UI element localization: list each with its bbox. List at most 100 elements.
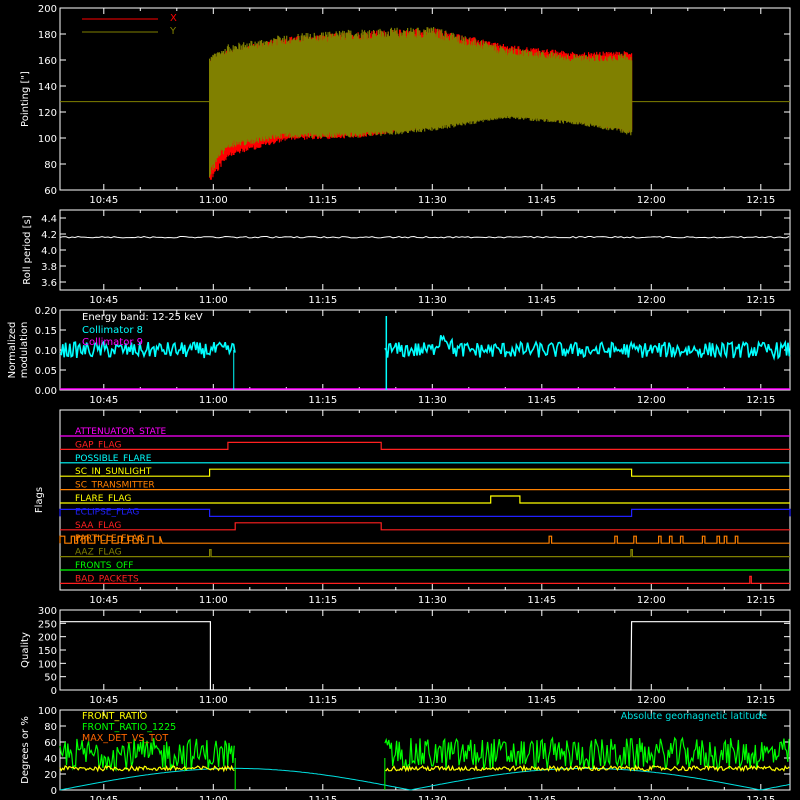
modulation-legend-0: Collimator 8 [82,325,143,336]
flag-label-fronts_off: FRONTS_OFF [75,561,133,571]
flags-xtick-label: 11:00 [199,595,228,606]
flag-label-particle_flag: PARTICLE_FLAG [75,534,145,544]
quality-ytick-label: 0 [51,686,57,697]
pointing-xtick-label: 10:45 [89,195,118,206]
flag-label-aaz_flag: AAZ_FLAG [75,548,122,558]
quality-xtick-label: 11:30 [418,695,447,706]
modulation-xtick-label: 11:45 [527,395,556,406]
pointing-xtick-label: 11:00 [199,195,228,206]
flags-xtick-label: 12:15 [746,595,775,606]
ratios-ytick-label: 40 [44,754,57,765]
roll-xtick-label: 12:00 [637,295,666,306]
roll-ytick-label: 4.0 [41,246,57,257]
quality-xtick-label: 11:00 [199,695,228,706]
ratios-xtick-label: 11:30 [418,795,447,800]
modulation-ytick-label: 0.00 [35,386,57,397]
pointing-ytick-label: 100 [38,134,57,145]
quality-ytick-label: 50 [44,673,57,684]
pointing-ytick-label: 160 [38,56,57,67]
roll-xtick-label: 10:45 [89,295,118,306]
modulation-ylabel-2: modulation [19,322,30,379]
flags-xtick-label: 11:45 [527,595,556,606]
modulation-ytick-label: 0.10 [35,346,57,357]
ratios-xtick-label: 12:00 [637,795,666,800]
modulation-xtick-label: 12:00 [637,395,666,406]
flag-label-attenuator_state: ATTENUATOR_STATE [75,427,167,437]
ratios-xtick-label: 12:15 [746,795,775,800]
roll-xtick-label: 11:00 [199,295,228,306]
modulation-ytick-label: 0.20 [35,306,57,317]
modulation-legend-1: Collimator 9 [82,337,143,348]
ratios-ytick-label: 0 [51,786,57,797]
quality-ytick-label: 150 [38,646,57,657]
pointing-ylabel: Pointing ["] [20,71,31,127]
ratios-ytick-label: 80 [44,722,57,733]
quality-ytick-label: 200 [38,633,57,644]
quality-xtick-label: 11:45 [527,695,556,706]
ratios-xtick-label: 11:00 [199,795,228,800]
ratios-ylabel: Degrees or % [20,716,31,784]
quality-xtick-label: 12:15 [746,695,775,706]
roll-ytick-label: 4.2 [41,230,57,241]
modulation-xtick-label: 10:45 [89,395,118,406]
pointing-ytick-label: 120 [38,108,57,119]
modulation-xtick-label: 11:00 [199,395,228,406]
roll-ytick-label: 3.8 [41,262,57,273]
modulation-xtick-label: 12:15 [746,395,775,406]
modulation-xtick-label: 11:30 [418,395,447,406]
flag-label-possible_flare: POSSIBLE_FLARE [75,454,152,464]
modulation-annotation: Energy band: 12-25 keV [82,312,203,323]
pointing-legend-Y: Y [169,26,177,37]
flag-label-sc_transmitter: SC_TRANSMITTER [75,481,155,491]
roll-xtick-label: 12:15 [746,295,775,306]
flags-ylabel: Flags [34,487,45,513]
roll-xtick-label: 11:30 [418,295,447,306]
pointing-ytick-label: 200 [38,4,57,15]
quality-xtick-label: 10:45 [89,695,118,706]
pointing-ytick-label: 180 [38,30,57,41]
ratios-xtick-label: 11:15 [308,795,337,800]
ratios-xtick-label: 11:45 [527,795,556,800]
ratios-legend-0: FRONT_RATIO [82,711,147,722]
roll-ytick-label: 3.6 [41,278,57,289]
pointing-xtick-label: 11:45 [527,195,556,206]
flag-label-flare_flag: FLARE_FLAG [75,494,131,504]
pointing-xtick-label: 11:15 [308,195,337,206]
pointing-xtick-label: 12:00 [637,195,666,206]
pointing-legend-X: X [170,13,177,24]
quality-xtick-label: 11:15 [308,695,337,706]
flag-label-gap_flag: GAP_FLAG [75,440,121,450]
pointing-ytick-label: 140 [38,82,57,93]
flag-label-bad_packets: BAD_PACKETS [75,574,139,584]
quality-xtick-label: 12:00 [637,695,666,706]
flags-xtick-label: 11:15 [308,595,337,606]
flags-xtick-label: 12:00 [637,595,666,606]
ratios-annotation: Absolute geomagnetic latitude [621,711,767,722]
flag-label-sc_in_sunlight: SC_IN_SUNLIGHT [75,467,152,477]
modulation-ylabel-1: Normalized [7,322,18,379]
flags-xtick-label: 10:45 [89,595,118,606]
pointing-xtick-label: 11:30 [418,195,447,206]
pointing-ytick-label: 60 [44,186,57,197]
quality-ytick-label: 100 [38,659,57,670]
modulation-ytick-label: 0.05 [35,366,57,377]
ratios-legend-1: FRONT_RATIO_1225 [82,722,176,733]
flag-label-eclipse_flag: ECLIPSE_FLAG [75,507,139,517]
modulation-xtick-label: 11:15 [308,395,337,406]
roll-ylabel: Roll period [s] [22,215,33,284]
ratios-legend-2: MAX_DET_VS_TOT [82,733,168,744]
roll-xtick-label: 11:45 [527,295,556,306]
roll-ytick-label: 4.4 [41,214,57,225]
pointing-ytick-label: 80 [44,160,57,171]
ratios-ytick-label: 100 [38,706,57,717]
flags-xtick-label: 11:30 [418,595,447,606]
ratios-xtick-label: 10:45 [89,795,118,800]
figure: 10:45 11:00 11:15 11:30 11:45 12:00 12:15 60 80 1… [0,0,800,800]
roll-xtick-label: 11:15 [308,295,337,306]
ratios-ytick-label: 60 [44,738,57,749]
quality-ytick-label: 300 [38,606,57,617]
quality-ytick-label: 250 [38,619,57,630]
pointing-xtick-label: 12:15 [746,195,775,206]
quality-ylabel: Quality [20,632,31,668]
ratios-ytick-label: 20 [44,770,57,781]
